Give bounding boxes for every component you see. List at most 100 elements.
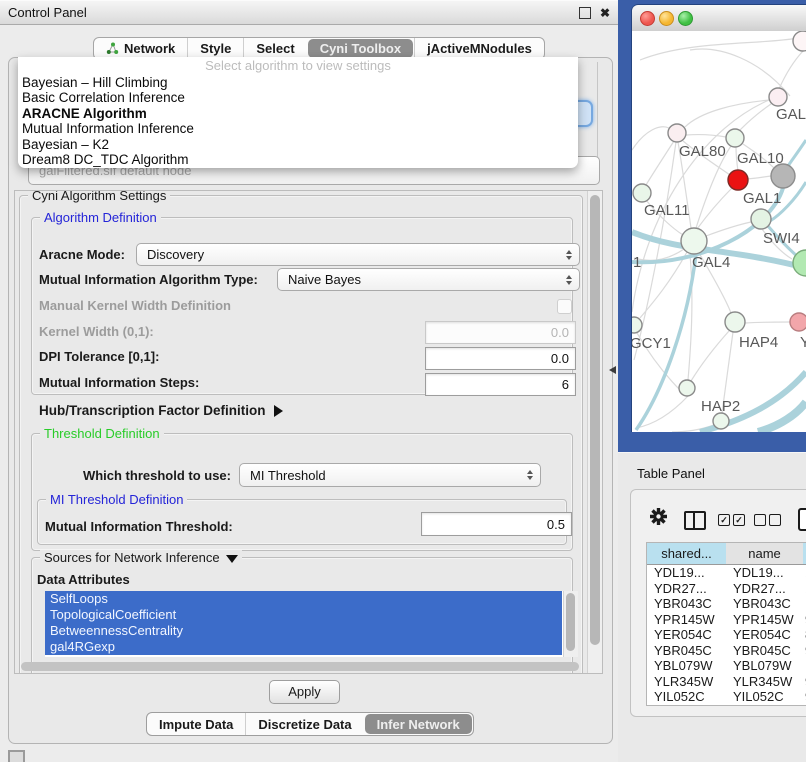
minimized-panel-icon[interactable] bbox=[8, 750, 25, 762]
network-window-titlebar[interactable] bbox=[632, 5, 806, 32]
network-edge bbox=[691, 331, 729, 381]
table-cell[interactable]: YER054C bbox=[733, 627, 802, 643]
which-threshold-combobox[interactable]: MI Threshold bbox=[239, 463, 541, 487]
hub-definition-toggle[interactable]: Hub/Transcription Factor Definition bbox=[39, 403, 283, 418]
aracne-mode-combobox[interactable]: Discovery bbox=[136, 243, 580, 266]
kernel-width-label: Kernel Width (0,1): bbox=[39, 324, 154, 339]
dropdown-item[interactable]: ARACNE Algorithm bbox=[18, 106, 578, 121]
close-icon[interactable]: ✖ bbox=[599, 7, 611, 19]
hidden-groupbox-edge bbox=[597, 62, 598, 157]
horizontal-scrollbar[interactable] bbox=[21, 662, 579, 671]
network-node-gal10[interactable] bbox=[726, 129, 744, 147]
tab-network[interactable]: Network bbox=[94, 38, 187, 59]
float-window-icon[interactable] bbox=[579, 7, 591, 19]
unselect-all-columns-icon[interactable] bbox=[754, 514, 784, 529]
network-node-label: Y bbox=[800, 334, 806, 351]
apply-button[interactable]: Apply bbox=[269, 680, 340, 704]
bottom-tab-impute-data[interactable]: Impute Data bbox=[147, 713, 245, 735]
network-node-hap4[interactable] bbox=[725, 312, 745, 332]
table-cell[interactable]: YDR27... bbox=[654, 581, 725, 597]
table-header[interactable]: name bbox=[726, 543, 804, 565]
mi-threshold-label: Mutual Information Threshold: bbox=[45, 519, 233, 534]
dropdown-item[interactable]: Bayesian – K2 bbox=[18, 137, 578, 152]
network-edge bbox=[747, 176, 771, 179]
network-edge bbox=[686, 135, 726, 137]
network-node-gcy1[interactable] bbox=[632, 317, 642, 333]
focused-combo-fragment[interactable] bbox=[577, 100, 593, 127]
dropdown-item[interactable]: Basic Correlation Inference bbox=[18, 90, 578, 105]
network-node-swi4[interactable] bbox=[751, 209, 771, 229]
mi-type-combobox[interactable]: Naive Bayes bbox=[277, 268, 580, 291]
minimize-traffic-light-icon[interactable] bbox=[659, 11, 674, 26]
new-table-icon[interactable] bbox=[798, 508, 806, 531]
table-cell[interactable]: YLR345W bbox=[733, 674, 802, 690]
table-cell[interactable]: YIL052C bbox=[654, 689, 725, 705]
table-cell[interactable]: YBR045C bbox=[654, 643, 725, 659]
attribute-item[interactable]: SelfLoops bbox=[45, 591, 562, 607]
table-cell[interactable]: YDL19... bbox=[733, 565, 802, 581]
table-horizontal-scrollbar[interactable] bbox=[647, 705, 806, 706]
vertical-scrollbar[interactable] bbox=[587, 191, 603, 673]
table-cell[interactable]: YBR043C bbox=[733, 596, 802, 612]
manual-kernel-checkbox[interactable] bbox=[557, 299, 572, 314]
combo-arrows-icon bbox=[527, 470, 533, 480]
network-node[interactable] bbox=[793, 31, 806, 51]
table-cell[interactable]: YDL19... bbox=[654, 565, 725, 581]
tab-select[interactable]: Select bbox=[243, 38, 306, 59]
node-attribute-table[interactable]: shared...nameA YDL19...YDL19...13YDR27..… bbox=[646, 542, 806, 706]
network-node-hap2[interactable] bbox=[679, 380, 695, 396]
gear-icon[interactable] bbox=[649, 507, 668, 529]
table-cell[interactable]: YDR27... bbox=[733, 581, 802, 597]
network-canvas[interactable]: GAL2GAL80GAL10GAL1GAL11SWI4GAL41GCY1HAP4… bbox=[632, 31, 806, 432]
table-cell[interactable]: YBR043C bbox=[654, 596, 725, 612]
network-edge bbox=[636, 396, 688, 428]
network-node-label: HAP4 bbox=[739, 334, 778, 351]
mi-threshold-field[interactable]: 0.5 bbox=[421, 512, 572, 536]
dropdown-item[interactable]: Bayesian – Hill Climbing bbox=[18, 75, 578, 90]
network-edge bbox=[779, 51, 803, 89]
dropdown-item[interactable]: Dream8 DC_TDC Algorithm bbox=[18, 152, 578, 167]
attributes-list-scrollbar[interactable] bbox=[563, 591, 578, 657]
table-cell[interactable]: YBL079W bbox=[654, 658, 725, 674]
close-traffic-light-icon[interactable] bbox=[640, 11, 655, 26]
table-cell[interactable]: YER054C bbox=[654, 627, 725, 643]
network-node-gal80[interactable] bbox=[668, 124, 686, 142]
dpi-tolerance-field[interactable]: 0.0 bbox=[425, 347, 576, 370]
threshold-definition-title: Threshold Definition bbox=[40, 426, 164, 441]
network-node[interactable] bbox=[713, 413, 729, 429]
tab-jactivemnodules[interactable]: jActiveMNodules bbox=[414, 38, 544, 59]
tab-cyni-toolbox[interactable]: Cyni Toolbox bbox=[308, 39, 413, 58]
select-all-columns-icon[interactable]: ✓✓ bbox=[718, 514, 748, 529]
table-cell[interactable]: YBR045C bbox=[733, 643, 802, 659]
network-icon bbox=[106, 42, 119, 55]
table-cell[interactable]: YPR145W bbox=[733, 612, 802, 628]
which-threshold-value: MI Threshold bbox=[250, 468, 326, 483]
network-node[interactable] bbox=[771, 164, 795, 188]
mi-steps-field[interactable]: 6 bbox=[425, 373, 576, 396]
network-node-gal11[interactable] bbox=[633, 184, 651, 202]
attribute-item[interactable]: gal4RGexp bbox=[45, 639, 562, 655]
attribute-item[interactable]: TopologicalCoefficient bbox=[45, 607, 562, 623]
attribute-item[interactable]: BetweennessCentrality bbox=[45, 623, 562, 639]
network-node-gal1[interactable] bbox=[728, 170, 748, 190]
table-cell[interactable]: YBL079W bbox=[733, 658, 802, 674]
columns-icon[interactable] bbox=[684, 511, 706, 530]
table-cell[interactable]: YLR345W bbox=[654, 674, 725, 690]
screen: Control Panel ✖ NetworkStyleSelectCyni T… bbox=[0, 0, 806, 762]
tab-style[interactable]: Style bbox=[187, 38, 243, 59]
network-node-label: GAL11 bbox=[644, 202, 690, 219]
table-cell[interactable]: YIL052C bbox=[733, 689, 802, 705]
zoom-traffic-light-icon[interactable] bbox=[678, 11, 693, 26]
network-node-gal4[interactable] bbox=[681, 228, 707, 254]
bottom-tab-discretize-data[interactable]: Discretize Data bbox=[245, 713, 363, 735]
network-edge bbox=[632, 127, 669, 150]
network-node-gal2[interactable] bbox=[769, 88, 787, 106]
table-header[interactable]: shared... bbox=[647, 543, 727, 565]
kernel-width-field[interactable]: 0.0 bbox=[425, 321, 576, 344]
dropdown-item[interactable]: Mutual Information Inference bbox=[18, 121, 578, 136]
network-node-label: 1 bbox=[633, 254, 641, 271]
bottom-tab-infer-network[interactable]: Infer Network bbox=[365, 714, 472, 734]
table-cell[interactable]: YPR145W bbox=[654, 612, 725, 628]
dropdown-hint: Select algorithm to view settings bbox=[18, 57, 578, 75]
network-node-y[interactable] bbox=[790, 313, 806, 331]
